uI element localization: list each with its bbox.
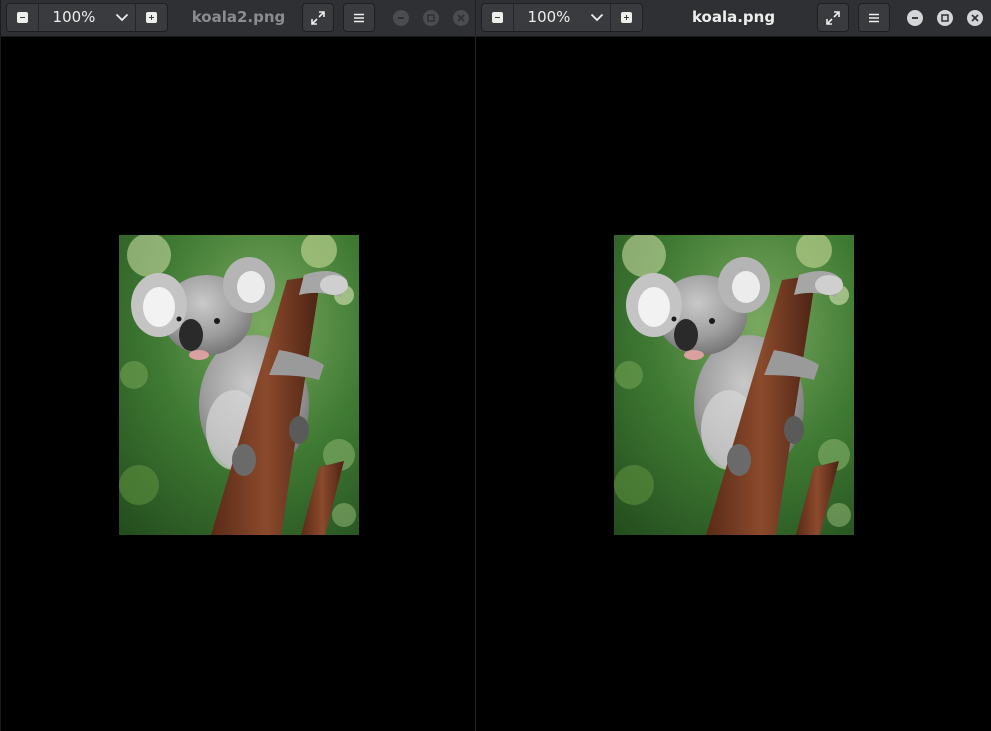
zoom-in-button[interactable] [135,4,167,31]
menu-button[interactable] [858,3,890,32]
headerbar: 100% koala.png [476,0,991,37]
window-title: koala.png [691,8,776,26]
zoom-out-button[interactable] [7,4,39,31]
minimize-icon [912,17,918,19]
plus-icon [146,12,157,23]
minimize-button[interactable] [907,10,923,26]
minus-icon [17,12,28,23]
minimize-button[interactable] [393,10,409,26]
plus-icon [621,12,632,23]
fullscreen-button[interactable] [817,3,849,32]
viewer-window-left: 100% koala2.png [0,0,475,731]
koala-image [614,235,854,535]
chevron-down-icon [115,13,129,22]
menu-button[interactable] [343,3,375,32]
expand-icon [311,10,325,25]
maximize-button[interactable] [423,10,439,26]
chevron-down-icon [590,13,604,22]
zoom-value[interactable]: 100% [39,4,109,31]
koala-photo-icon [119,235,359,535]
fullscreen-button[interactable] [302,3,334,32]
koala-image [119,235,359,535]
zoom-control: 100% [481,3,643,32]
hamburger-icon [869,13,879,22]
hamburger-icon [354,13,364,22]
maximize-button[interactable] [937,10,953,26]
maximize-icon [941,14,949,22]
minus-icon [492,12,503,23]
zoom-out-button[interactable] [482,4,514,31]
zoom-control: 100% [6,3,168,32]
close-icon [971,14,979,22]
zoom-dropdown-button[interactable] [109,4,135,31]
zoom-in-button[interactable] [610,4,642,31]
koala-photo-icon [614,235,854,535]
close-icon [457,14,465,22]
viewer-window-right: 100% koala.png [476,0,991,731]
minimize-icon [398,17,404,19]
close-button[interactable] [967,10,983,26]
expand-icon [826,10,840,25]
headerbar: 100% koala2.png [1,0,475,37]
maximize-icon [427,14,435,22]
window-title: koala2.png [191,8,286,26]
zoom-value[interactable]: 100% [514,4,584,31]
zoom-dropdown-button[interactable] [584,4,610,31]
close-button[interactable] [453,10,469,26]
